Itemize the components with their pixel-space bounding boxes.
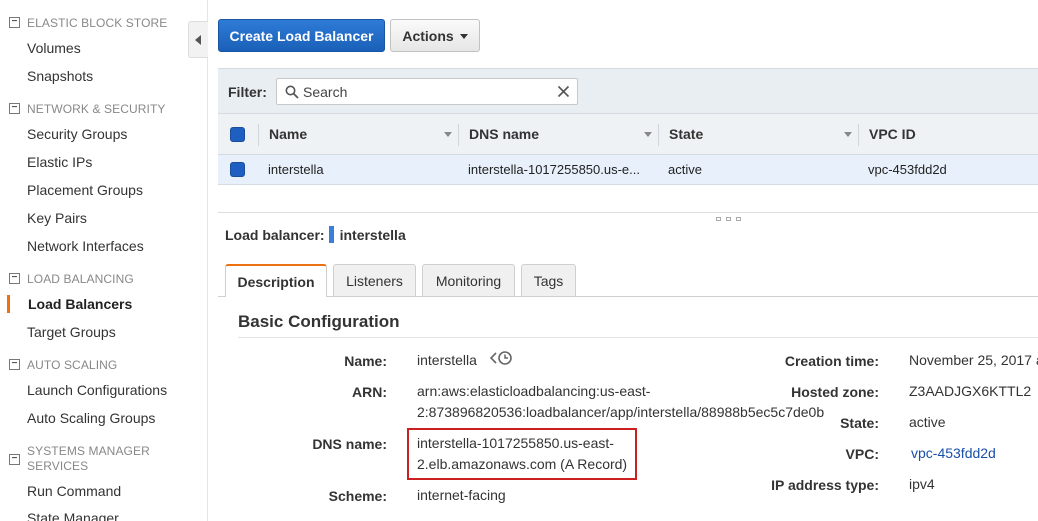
chevron-down-icon <box>459 33 468 39</box>
search-box[interactable] <box>276 78 578 105</box>
sort-caret-icon[interactable] <box>844 132 852 137</box>
scheme-value: internet-facing <box>417 487 506 503</box>
filter-bar: Filter: <box>218 68 1038 114</box>
table-header: Name DNS name State VPC ID <box>218 114 1038 155</box>
sidebar-section-title: LOAD BALANCING <box>27 272 134 286</box>
sidebar-item-state-manager[interactable]: State Manager <box>27 510 119 521</box>
table-row[interactable]: interstella interstella-1017255850.us-e.… <box>218 155 1038 185</box>
sidebar-section-title: NETWORK & SECURITY <box>27 102 166 116</box>
sort-caret-icon[interactable] <box>644 132 652 137</box>
clear-search-icon[interactable] <box>557 85 570 98</box>
column-header-state[interactable]: State <box>669 126 703 142</box>
column-header-name[interactable]: Name <box>269 126 307 142</box>
cell-state: active <box>668 162 702 177</box>
section-title: Basic Configuration <box>238 312 400 331</box>
sidebar-item-network-interfaces[interactable]: Network Interfaces <box>27 238 144 254</box>
filter-label: Filter: <box>228 84 267 100</box>
sidebar-section-title: AUTO SCALING <box>27 358 118 372</box>
column-divider <box>658 124 659 146</box>
tab-listeners[interactable]: Listeners <box>333 264 416 296</box>
collapse-minus-icon[interactable]: − <box>9 273 20 284</box>
collapse-minus-icon[interactable]: − <box>9 103 20 114</box>
actions-dropdown-button[interactable]: Actions <box>390 19 480 52</box>
sidebar-section-title-line2: SERVICES <box>27 459 89 473</box>
search-icon <box>285 85 299 99</box>
cell-dns-name: interstella-1017255850.us-e... <box>468 162 641 177</box>
sidebar-item-launch-configurations[interactable]: Launch Configurations <box>27 382 167 398</box>
name-value: interstella <box>417 352 477 368</box>
section-divider <box>238 337 1038 338</box>
sidebar-item-load-balancers[interactable]: Load Balancers <box>28 296 132 312</box>
load-balancer-heading: Load balancer: interstella <box>225 226 406 243</box>
collapse-minus-icon[interactable]: − <box>9 359 20 370</box>
create-load-balancer-button[interactable]: Create Load Balancer <box>218 19 385 52</box>
vpc-key: VPC: <box>845 446 879 462</box>
sidebar-section-title-block: SYSTEMS MANAGER SERVICES <box>27 444 150 474</box>
sidebar-item-snapshots[interactable]: Snapshots <box>27 68 93 84</box>
sidebar-item-security-groups[interactable]: Security Groups <box>27 126 127 142</box>
arn-key: ARN: <box>352 384 387 400</box>
tab-monitoring[interactable]: Monitoring <box>422 264 515 296</box>
selection-marker <box>328 226 334 243</box>
arn-value-line2: 2:873896820536:loadbalancer/app/interste… <box>417 404 825 420</box>
ip-address-type-key: IP address type: <box>771 477 879 493</box>
creation-time-key: Creation time: <box>784 353 879 369</box>
highlight-box <box>407 428 637 480</box>
pane-splitter[interactable] <box>218 212 1038 213</box>
sidebar-item-run-command[interactable]: Run Command <box>27 483 121 499</box>
ip-address-type-value: ipv4 <box>909 476 935 492</box>
history-icon[interactable] <box>489 350 513 366</box>
load-balancer-name: interstella <box>339 226 406 243</box>
dns-name-key: DNS name: <box>312 436 387 452</box>
row-checkbox[interactable] <box>230 162 245 177</box>
sidebar-section-auto-scaling[interactable]: − AUTO SCALING <box>9 358 117 372</box>
select-all-checkbox[interactable] <box>230 127 245 142</box>
sidebar-section-load-balancing[interactable]: − LOAD BALANCING <box>9 272 134 286</box>
tab-tags[interactable]: Tags <box>521 264 576 296</box>
resize-grip-icon[interactable] <box>716 217 744 223</box>
cell-vpc-id: vpc-453fdd2d <box>868 162 947 177</box>
sidebar-section-title: ELASTIC BLOCK STORE <box>27 16 168 30</box>
search-input[interactable] <box>303 83 543 101</box>
collapse-sidebar-chevron-left-icon[interactable] <box>188 21 208 58</box>
column-divider <box>458 124 459 146</box>
arn-value-line1: arn:aws:elasticloadbalancing:us-east- <box>417 383 651 399</box>
creation-time-value: November 25, 2017 a <box>909 352 1038 368</box>
load-balancer-label: Load balancer: <box>225 226 325 243</box>
active-item-indicator <box>7 295 10 313</box>
column-header-dns-name[interactable]: DNS name <box>469 126 539 142</box>
sidebar: − ELASTIC BLOCK STORE Volumes Snapshots … <box>0 0 208 521</box>
vpc-link[interactable]: vpc-453fdd2d <box>911 443 996 464</box>
actions-label: Actions <box>402 27 454 44</box>
scheme-key: Scheme: <box>328 488 387 504</box>
column-divider <box>858 124 859 146</box>
collapse-minus-icon[interactable]: − <box>9 17 20 28</box>
sidebar-item-placement-groups[interactable]: Placement Groups <box>27 182 143 198</box>
collapse-minus-icon[interactable]: − <box>9 454 20 465</box>
sidebar-section-network-security[interactable]: − NETWORK & SECURITY <box>9 102 165 116</box>
sidebar-item-elastic-ips[interactable]: Elastic IPs <box>27 154 92 170</box>
sidebar-section-ebs[interactable]: − ELASTIC BLOCK STORE <box>9 16 167 30</box>
state-value: active <box>909 414 946 430</box>
sort-caret-icon[interactable] <box>444 132 452 137</box>
sidebar-item-volumes[interactable]: Volumes <box>27 40 81 56</box>
tab-description[interactable]: Description <box>225 264 327 297</box>
column-header-vpc-id[interactable]: VPC ID <box>869 126 916 142</box>
name-key: Name: <box>344 353 387 369</box>
sidebar-item-auto-scaling-groups[interactable]: Auto Scaling Groups <box>27 410 155 426</box>
hosted-zone-key: Hosted zone: <box>791 384 879 400</box>
hosted-zone-value: Z3AADJGX6KTTL2 <box>909 383 1032 399</box>
tab-underline <box>218 296 1038 297</box>
sidebar-item-key-pairs[interactable]: Key Pairs <box>27 210 87 226</box>
state-key: State: <box>840 415 879 431</box>
cell-name: interstella <box>268 162 324 177</box>
column-divider <box>258 124 259 146</box>
sidebar-item-target-groups[interactable]: Target Groups <box>27 324 116 340</box>
sidebar-section-title: SYSTEMS MANAGER <box>27 444 150 458</box>
sidebar-section-systems-manager[interactable]: − SYSTEMS MANAGER SERVICES <box>9 444 150 474</box>
